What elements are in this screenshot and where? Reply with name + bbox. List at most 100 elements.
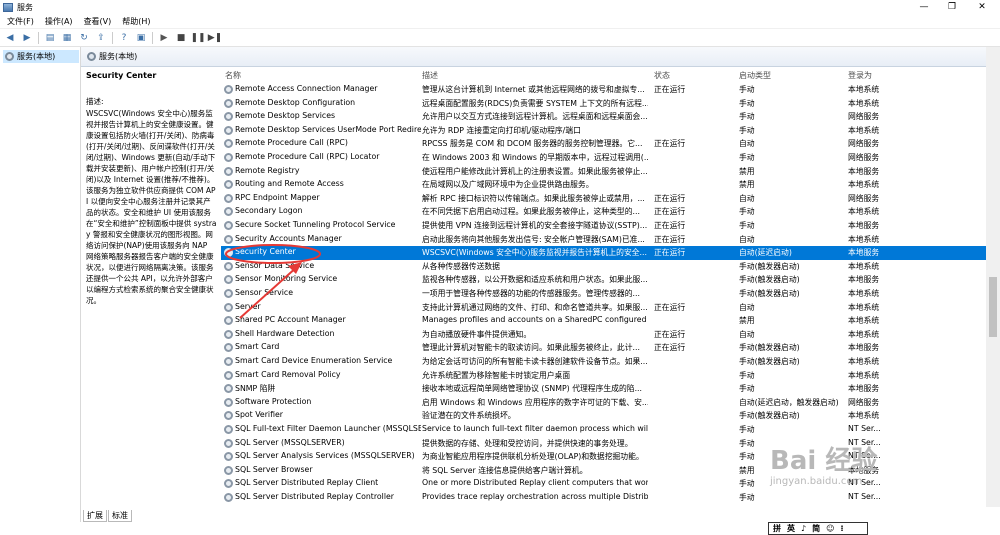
menu-help[interactable]: 帮助(H) (122, 16, 150, 27)
ime-english-toggle[interactable]: 英 (787, 523, 795, 534)
table-row[interactable]: Secondary Logon 在不同凭据下启用启动过程。如果此服务被停止，这种类… (221, 205, 986, 219)
table-row[interactable]: Smart Card Device Enumeration Service 为给定… (221, 355, 986, 369)
table-row[interactable]: SQL Server Distributed Replay Controller… (221, 491, 986, 505)
menu-action[interactable]: 操作(A) (45, 16, 73, 27)
table-row[interactable]: Remote Procedure Call (RPC) RPCSS 服务是 COM… (221, 137, 986, 151)
ime-emoji-icon[interactable]: ☺ (826, 524, 834, 533)
table-row[interactable]: Smart Card Removal Policy 允许系统配置为移除智能卡时锁定… (221, 369, 986, 383)
cell-name: Sensor Monitoring Service (235, 274, 338, 284)
forward-arrow-icon[interactable]: ▶ (21, 32, 33, 44)
help-icon[interactable]: ? (118, 32, 130, 44)
refresh-icon[interactable]: ↻ (78, 32, 90, 44)
vertical-scrollbar[interactable] (986, 47, 1000, 507)
maximize-button[interactable]: ❐ (938, 0, 966, 14)
properties-icon[interactable]: ▦ (61, 32, 73, 44)
service-gear-icon (224, 180, 233, 190)
table-row[interactable]: Shell Hardware Detection 为自动播放硬件事件提供通知。 正在… (221, 328, 986, 342)
ime-pinyin-icon[interactable]: 拼 (773, 523, 781, 534)
cell-status: 正在运行 (654, 343, 686, 353)
cell-desc: 支持此计算机通过网络的文件、打印、和命名管道共享。如果服... (422, 302, 648, 312)
cell-name: SQL Server Analysis Services (MSSQLSERVE… (235, 451, 415, 461)
stop-service-icon[interactable]: ■ (175, 32, 187, 44)
table-row[interactable]: SQL Full-text Filter Daemon Launcher (MS… (221, 423, 986, 437)
table-row[interactable]: Security Center WSCSVC(Windows 安全中心)服务监视并… (221, 246, 986, 260)
service-gear-icon (224, 316, 233, 326)
cell-logon: NT Ser... (848, 424, 881, 433)
cell-logon: 网络服务 (848, 112, 880, 122)
table-row[interactable]: Remote Desktop Services UserMode Port Re… (221, 124, 986, 138)
show-hide-pane-icon[interactable]: ▣ (135, 32, 147, 44)
cell-desc: 启动此服务将向其他服务发出信号: 安全帐户管理器(SAM)已准... (422, 234, 645, 244)
cell-startup: 手动 (739, 370, 755, 380)
table-row[interactable]: RPC Endpoint Mapper 解析 RPC 接口标识符以传输端点。如果此… (221, 192, 986, 206)
cell-desc: 为商业智能应用程序提供联机分析处理(OLAP)和数据挖掘功能。 (422, 452, 644, 462)
back-arrow-icon[interactable]: ◀ (4, 32, 16, 44)
cell-desc: 使远程用户能修改此计算机上的注册表设置。如果此服务被停止... (422, 166, 648, 176)
table-row[interactable]: Secure Socket Tunneling Protocol Service… (221, 219, 986, 233)
cell-logon: 本地系统 (848, 98, 880, 108)
cell-startup: 手动 (739, 207, 755, 217)
cell-status: 正在运行 (654, 139, 686, 149)
tab-extended[interactable]: 扩展 (83, 510, 107, 522)
column-header-name[interactable]: 名称 (225, 70, 241, 81)
table-row[interactable]: SNMP 陷阱 接收本地或远程简单网络管理协议 (SNMP) 代理程序生成的陷..… (221, 382, 986, 396)
table-row[interactable]: Server 支持此计算机通过网络的文件、打印、和命名管道共享。如果服... 正在运… (221, 301, 986, 315)
cell-desc: 在局域网以及广域网环境中为企业提供路由服务。 (422, 180, 594, 190)
table-row[interactable]: Sensor Monitoring Service 监视各种传感器，以公开数据和适… (221, 273, 986, 287)
cell-desc: 解析 RPC 接口标识符以传输端点。如果此服务被停止或禁用，... (422, 193, 645, 203)
tab-standard[interactable]: 标准 (108, 510, 132, 522)
window-title: 服务 (17, 2, 33, 12)
menu-view[interactable]: 查看(V) (84, 16, 112, 27)
table-row[interactable]: Spot Verifier 验证潜在的文件系统损坏。 手动(触发器启动) 本地系统 (221, 409, 986, 423)
column-header-status[interactable]: 状态 (654, 70, 670, 81)
cell-startup: 手动 (739, 153, 755, 162)
ime-simplified-toggle[interactable]: 简 (812, 523, 820, 534)
table-row[interactable]: Routing and Remote Access 在局域网以及广域网环境中为企业… (221, 178, 986, 192)
cell-status: 正在运行 (654, 221, 686, 230)
service-gear-icon (224, 329, 233, 339)
table-row[interactable]: Smart Card 管理此计算机对智能卡的取读访问。如果此服务被终止，此计...… (221, 341, 986, 355)
tree-node-label: 服务(本地) (17, 52, 56, 61)
tree-node-services-local[interactable]: 服务(本地) (3, 50, 79, 63)
ime-music-note-icon[interactable]: ♪ (801, 524, 806, 533)
table-row[interactable]: SQL Server Distributed Replay Client One … (221, 477, 986, 491)
cell-logon: 本地系统 (848, 302, 880, 312)
cell-desc: 为给定会话可访问的所有智能卡读卡器创建软件设备节点。如果... (422, 357, 648, 366)
services-window: 服务 — ❐ ✕ 文件(F) 操作(A) 查看(V) 帮助(H) ◀ ▶ ▤ ▦… (0, 0, 1000, 535)
table-row[interactable]: Sensor Service 一项用于管理各种传感器的功能的传感器服务。管理传感器… (221, 287, 986, 301)
column-header-startup-type[interactable]: 启动类型 (739, 70, 771, 81)
table-row[interactable]: Remote Desktop Configuration 远程桌面配置服务(RDC… (221, 97, 986, 111)
minimize-button[interactable]: — (910, 0, 938, 14)
table-row[interactable]: Software Protection 启用 Windows 和 Windows … (221, 396, 986, 410)
scrollbar-thumb[interactable] (989, 277, 997, 337)
table-row[interactable]: Sensor Data Service 从各种传感器传送数据 手动(触发器启动) 本地… (221, 260, 986, 274)
cell-name: SQL Server Distributed Replay Controller (235, 492, 394, 501)
ime-menu-icon[interactable]: ⁝ (840, 524, 843, 533)
column-header-logon-as[interactable]: 登录为 (848, 70, 872, 81)
cell-name: Secure Socket Tunneling Protocol Service (235, 220, 396, 229)
column-header-description[interactable]: 描述 (422, 70, 438, 81)
cell-name: Smart Card (235, 342, 280, 352)
export-list-icon[interactable]: ⇪ (95, 32, 107, 44)
console-tree-icon[interactable]: ▤ (44, 32, 56, 44)
cell-desc: Manages profiles and accounts on a Share… (422, 315, 648, 325)
table-row[interactable]: Remote Access Connection Manager 管理从这台计算机… (221, 83, 986, 97)
close-button[interactable]: ✕ (968, 0, 996, 14)
start-service-icon[interactable]: ▶ (158, 32, 170, 44)
service-gear-icon (224, 221, 233, 230)
cell-startup: 自动 (739, 139, 755, 149)
toolbar: ◀ ▶ ▤ ▦ ↻ ⇪ ? ▣ ▶ ■ ❚❚ ▶❚ (0, 29, 1000, 47)
cell-status: 正在运行 (654, 302, 686, 312)
table-row[interactable]: Remote Procedure Call (RPC) Locator 在 Win… (221, 151, 986, 165)
table-row[interactable]: Security Accounts Manager 启动此服务将向其他服务发出信号… (221, 233, 986, 247)
cell-name: Routing and Remote Access (235, 179, 344, 189)
menu-file[interactable]: 文件(F) (7, 16, 34, 27)
table-row[interactable]: Remote Desktop Services 允许用户以交互方式连接到远程计算机… (221, 110, 986, 124)
service-gear-icon (224, 125, 233, 135)
table-row[interactable]: Remote Registry 使远程用户能修改此计算机上的注册表设置。如果此服务… (221, 165, 986, 179)
pause-service-icon[interactable]: ❚❚ (190, 32, 205, 44)
service-gear-icon (224, 479, 233, 489)
table-row[interactable]: Shared PC Account Manager Manages profile… (221, 314, 986, 328)
restart-service-icon[interactable]: ▶❚ (208, 32, 222, 44)
cell-status: 正在运行 (654, 329, 686, 339)
